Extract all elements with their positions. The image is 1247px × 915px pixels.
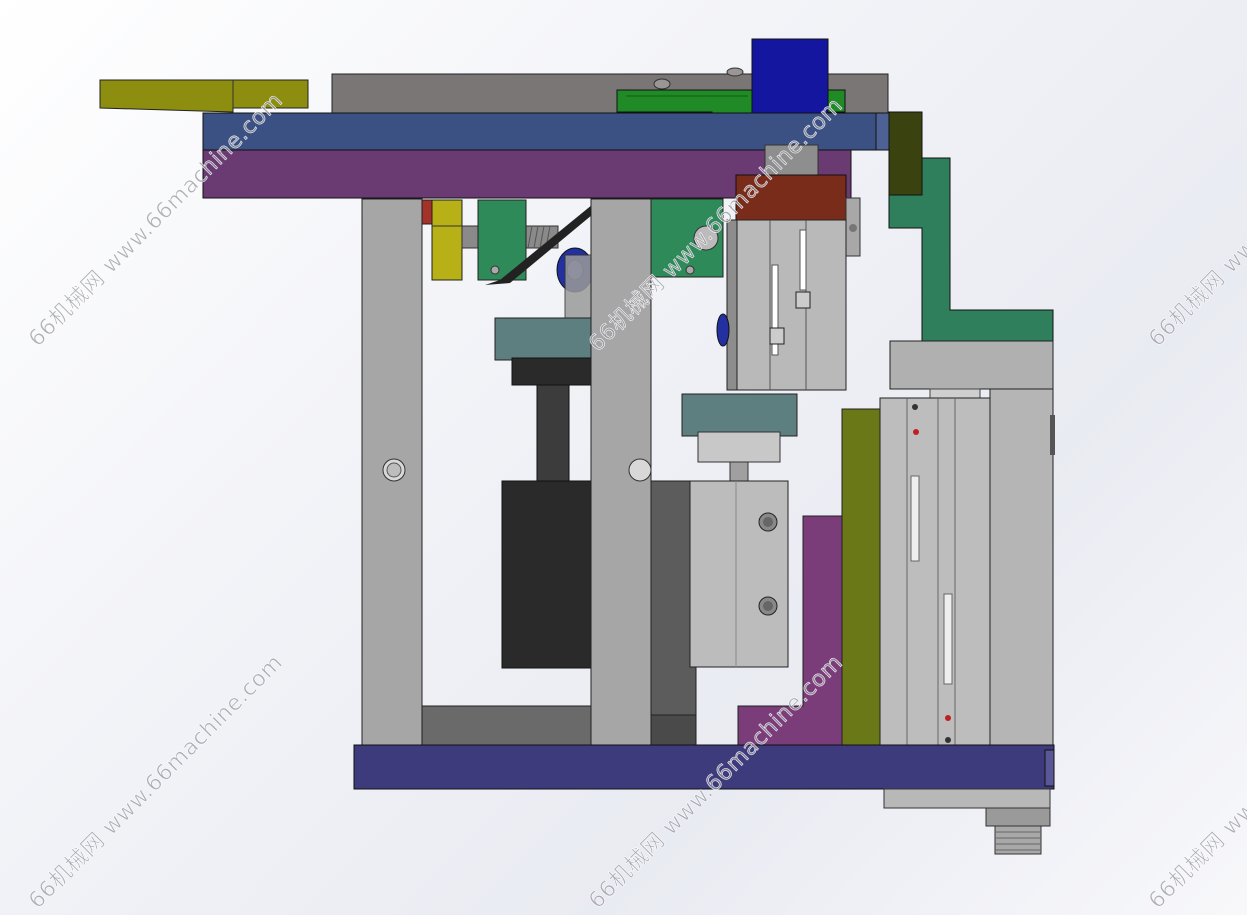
base-plate xyxy=(353,744,1055,790)
teal-guide-bracket xyxy=(494,317,592,361)
dark-olive-block xyxy=(888,111,923,196)
cad-render-canvas: 66机械网 www.66machine.com 66机械网 www.66mach… xyxy=(0,0,1247,915)
lime-side-plate xyxy=(841,408,881,753)
grey-slide-cylinder xyxy=(689,480,789,668)
top-mounting-plate xyxy=(202,112,890,151)
rust-cylinder-cap xyxy=(735,174,847,221)
machine-assembly-drawing xyxy=(99,38,1055,855)
olive-toggle-lever xyxy=(431,199,463,281)
vertical-pneumatic-cylinder xyxy=(735,219,847,391)
blue-sensor-block xyxy=(751,38,829,118)
olive-handle-bracket xyxy=(99,79,309,113)
teal-slider-block xyxy=(681,393,798,437)
right-linear-actuator xyxy=(879,397,991,751)
black-drive-motor xyxy=(501,480,595,669)
